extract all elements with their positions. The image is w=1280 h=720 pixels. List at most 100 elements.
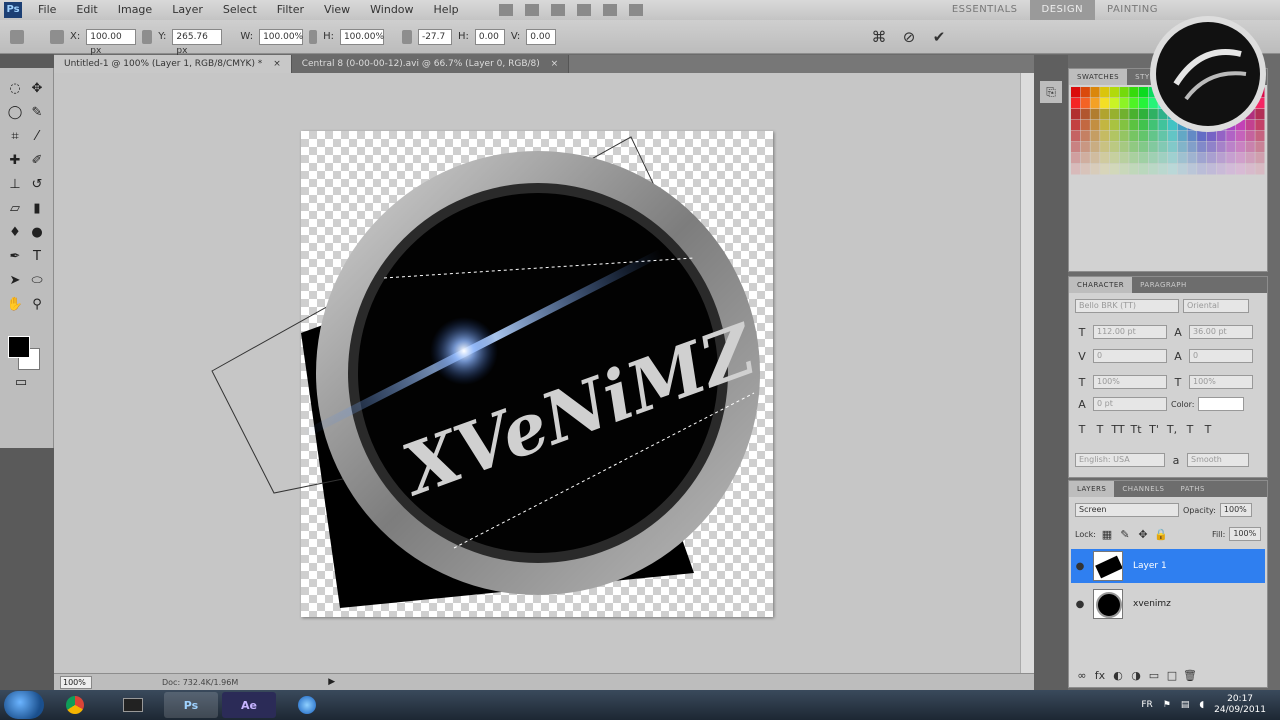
horizontal-scale-field[interactable]: 100%	[1189, 375, 1253, 389]
color-swatch[interactable]	[1090, 131, 1100, 142]
text-color-swatch[interactable]	[1198, 397, 1245, 411]
color-swatch[interactable]	[1109, 98, 1119, 109]
canvas-workspace[interactable]: XVeNiMZ	[54, 73, 1020, 673]
layer-mask-icon[interactable]: ◐	[1111, 669, 1125, 682]
link-layers-icon[interactable]: ∞	[1075, 669, 1089, 682]
move-tool-icon[interactable]: ✥	[28, 80, 46, 98]
color-swatch[interactable]	[1255, 153, 1265, 164]
tab-character[interactable]: CHARACTER	[1069, 277, 1133, 293]
lock-all-icon[interactable]: 🔒	[1154, 528, 1168, 541]
visibility-eye-icon[interactable]: ●	[1071, 599, 1089, 610]
color-swatch[interactable]	[1090, 164, 1100, 175]
cancel-icon[interactable]: ⊘	[900, 28, 918, 46]
color-swatch[interactable]	[1255, 164, 1265, 175]
color-swatch[interactable]	[1129, 109, 1139, 120]
commit-checkmark-icon[interactable]: ✔	[930, 28, 948, 46]
v-skew-field[interactable]: 0.00	[526, 28, 557, 45]
browser-taskbar-icon[interactable]	[280, 692, 334, 718]
screen-mode-icon[interactable]	[628, 4, 643, 16]
color-swatch[interactable]	[1187, 164, 1197, 175]
color-swatch[interactable]	[1148, 164, 1158, 175]
font-style-select[interactable]: Oriental	[1183, 299, 1249, 313]
lock-position-icon[interactable]: ✥	[1136, 528, 1150, 541]
hand-tool-icon[interactable]: ✋	[6, 296, 24, 314]
shape-tool-icon[interactable]: ⬭	[28, 272, 46, 290]
color-swatch[interactable]	[1119, 98, 1129, 109]
tab-central-8[interactable]: Central 8 (0-00-00-12).avi @ 66.7% (Laye…	[291, 55, 570, 73]
color-swatch[interactable]	[1109, 120, 1119, 131]
color-swatch[interactable]	[1226, 142, 1236, 153]
color-swatch[interactable]	[1129, 153, 1139, 164]
color-swatch[interactable]	[1071, 109, 1081, 120]
color-swatch[interactable]	[1080, 164, 1090, 175]
delete-layer-icon[interactable]: 🗑	[1183, 669, 1197, 682]
tab-paragraph[interactable]: PARAGRAPH	[1132, 277, 1195, 293]
color-swatch[interactable]	[1129, 164, 1139, 175]
zoom-tool-icon[interactable]: ⚲	[28, 296, 46, 314]
color-swatch[interactable]	[1197, 153, 1207, 164]
extras-icon[interactable]	[550, 4, 565, 16]
strikethrough-icon[interactable]: T	[1201, 423, 1215, 436]
superscript-icon[interactable]: T'	[1147, 423, 1161, 436]
color-swatch[interactable]	[1100, 131, 1110, 142]
media-player-taskbar-icon[interactable]	[106, 692, 160, 718]
color-swatch[interactable]	[1138, 164, 1149, 175]
zoom-level-icon[interactable]	[576, 4, 591, 16]
tracking-field[interactable]: 0	[1189, 349, 1253, 363]
close-tab-icon[interactable]: ×	[551, 59, 559, 69]
blend-mode-select[interactable]: Screen	[1075, 503, 1179, 517]
path-select-tool-icon[interactable]: ➤	[6, 272, 24, 290]
color-swatch[interactable]	[1071, 153, 1081, 164]
anti-alias-select[interactable]: Smooth	[1187, 453, 1249, 467]
clone-stamp-tool-icon[interactable]: ⊥	[6, 176, 24, 194]
color-swatch[interactable]	[1100, 109, 1110, 120]
color-swatch[interactable]	[1109, 164, 1119, 175]
lock-transparency-icon[interactable]: ▦	[1100, 528, 1114, 541]
color-swatch[interactable]	[1119, 153, 1129, 164]
color-swatch[interactable]	[1158, 164, 1168, 175]
link-icon[interactable]	[309, 29, 318, 44]
relative-position-icon[interactable]	[142, 29, 153, 44]
kerning-field[interactable]: 0	[1093, 349, 1167, 363]
color-swatch[interactable]	[1245, 164, 1255, 175]
status-menu-arrow-icon[interactable]: ▶	[328, 677, 335, 687]
color-swatch[interactable]	[1080, 98, 1090, 109]
pen-tool-icon[interactable]: ✒	[6, 248, 24, 266]
color-swatch[interactable]	[1100, 142, 1110, 153]
tab-channels[interactable]: CHANNELS	[1114, 481, 1172, 497]
type-tool-icon[interactable]: T	[28, 248, 46, 266]
faux-bold-icon[interactable]: T	[1075, 423, 1089, 436]
color-swatch[interactable]	[1168, 153, 1178, 164]
all-caps-icon[interactable]: TT	[1111, 423, 1125, 436]
healing-tool-icon[interactable]: ✚	[6, 152, 24, 170]
color-swatch[interactable]	[1100, 153, 1110, 164]
color-swatch[interactable]	[1148, 142, 1158, 153]
font-size-field[interactable]: 112.00 pt	[1093, 325, 1167, 339]
color-swatch[interactable]	[1119, 142, 1129, 153]
color-swatch[interactable]	[1119, 131, 1129, 142]
menu-view[interactable]: View	[314, 0, 360, 20]
color-swatch[interactable]	[1177, 142, 1187, 153]
foreground-color-swatch[interactable]	[8, 336, 30, 358]
opacity-field[interactable]: 100%	[1219, 503, 1252, 517]
color-swatch[interactable]	[1235, 142, 1246, 153]
color-swatch[interactable]	[1090, 87, 1100, 98]
workspace-essentials[interactable]: ESSENTIALS	[940, 0, 1030, 20]
color-swatch[interactable]	[1197, 164, 1207, 175]
color-swatch[interactable]	[1119, 87, 1129, 98]
color-swatch[interactable]	[1129, 142, 1139, 153]
color-swatch[interactable]	[1071, 131, 1081, 142]
visibility-eye-icon[interactable]: ●	[1071, 561, 1089, 572]
input-language[interactable]: FR	[1141, 700, 1152, 710]
layer-style-icon[interactable]: fx	[1093, 669, 1107, 682]
menu-image[interactable]: Image	[108, 0, 162, 20]
color-swatch[interactable]	[1071, 87, 1081, 98]
color-swatch[interactable]	[1206, 142, 1216, 153]
color-swatch[interactable]	[1168, 164, 1178, 175]
color-swatch[interactable]	[1100, 87, 1110, 98]
color-swatch[interactable]	[1129, 87, 1139, 98]
color-swatch[interactable]	[1090, 109, 1100, 120]
mini-bridge-icon[interactable]	[524, 4, 539, 16]
language-select[interactable]: English: USA	[1075, 453, 1165, 467]
layer-row-layer-1[interactable]: ● Layer 1	[1071, 549, 1265, 583]
